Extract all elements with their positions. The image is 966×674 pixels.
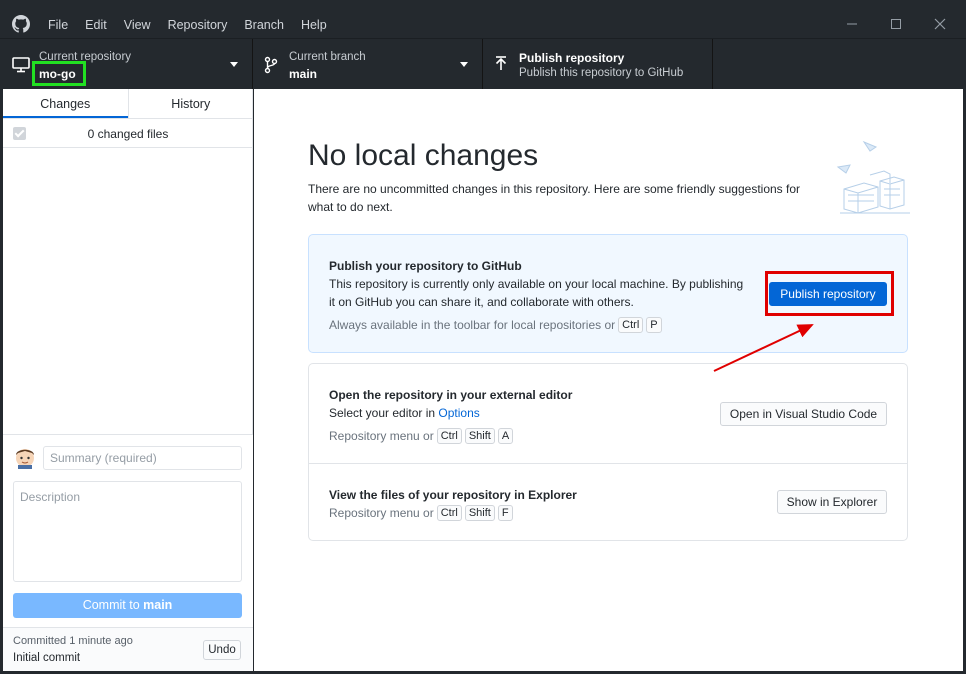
github-logo-icon (12, 15, 30, 33)
commit-button-prefix: Commit to (82, 598, 144, 612)
last-commit-message: Initial commit (13, 652, 81, 664)
publish-repository-label: Publish repository (519, 51, 625, 65)
chevron-down-icon (230, 62, 238, 67)
menu-repository[interactable]: Repository (168, 18, 228, 32)
menu-edit[interactable]: Edit (85, 18, 107, 32)
last-commit-time: Committed 1 minute ago (13, 635, 133, 647)
menu-file[interactable]: File (48, 18, 68, 32)
menu-bar: File Edit View Repository Branch Help (48, 18, 344, 32)
publish-repository-subtext: Publish this repository to GitHub (519, 67, 684, 79)
changed-files-count: 0 changed files (87, 127, 169, 141)
arrow-annotation-icon (713, 324, 814, 372)
main-content: No local changes There are no uncommitte… (254, 89, 963, 671)
close-icon[interactable] (930, 14, 950, 34)
menu-help[interactable]: Help (301, 18, 327, 32)
upload-icon (495, 56, 507, 70)
menu-branch[interactable]: Branch (244, 18, 284, 32)
description-input[interactable]: Description (13, 481, 242, 582)
current-branch-label: Current branch (289, 51, 366, 63)
tab-changes[interactable]: Changes (3, 89, 128, 118)
avatar (16, 449, 34, 469)
branch-icon (264, 56, 278, 74)
commit-button[interactable]: Commit to main (13, 593, 242, 618)
summary-input[interactable]: Summary (required) (43, 446, 242, 470)
last-commit-panel: Committed 1 minute ago Initial commit Un… (3, 627, 253, 671)
commit-button-branch: main (143, 598, 173, 612)
tab-history[interactable]: History (127, 89, 254, 118)
minimize-icon[interactable] (842, 14, 862, 34)
changed-files-header: 0 changed files (3, 119, 253, 148)
maximize-icon[interactable] (886, 14, 906, 34)
sidebar-tabs: Changes History (3, 89, 253, 119)
title-bar: File Edit View Repository Branch Help (0, 0, 966, 38)
chevron-down-icon (460, 62, 468, 67)
menu-view[interactable]: View (124, 18, 151, 32)
sidebar: Changes History 0 changed files Summary … (3, 89, 253, 671)
current-branch-name: main (289, 67, 318, 81)
publish-repository-toolbar-button[interactable]: Publish repository Publish this reposito… (483, 39, 713, 90)
current-branch-button[interactable]: Current branch main (253, 39, 483, 90)
commit-panel: Summary (required) Description Commit to… (3, 434, 253, 627)
undo-button[interactable]: Undo (203, 640, 241, 660)
computer-icon (12, 57, 30, 73)
repository-highlight-box (32, 61, 86, 86)
current-repository-button[interactable]: Current repository mo-go (0, 39, 253, 90)
toolbar: Current repository mo-go Current branch … (0, 38, 966, 90)
